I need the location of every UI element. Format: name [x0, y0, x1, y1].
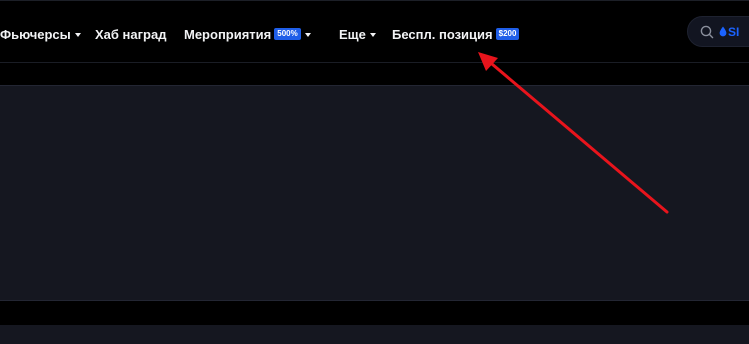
- caret-down-icon: [74, 32, 81, 37]
- nav-item-rewards-hub[interactable]: Хаб наград: [95, 26, 166, 42]
- search-token-tag: SI: [719, 25, 739, 39]
- content-panel: [0, 85, 749, 301]
- top-navigation: Фьючерсы Хаб наград Мероприятия 500% Еще…: [0, 1, 749, 62]
- nav-item-events-label: Мероприятия: [184, 26, 272, 42]
- nav-item-rewards-hub-label: Хаб наград: [95, 26, 167, 42]
- nav-item-futures-label: Фьючерсы: [0, 26, 71, 42]
- search-token-text: SI: [728, 24, 740, 39]
- free-position-badge: $200: [495, 28, 520, 40]
- nav-item-more[interactable]: Еще: [339, 26, 376, 42]
- caret-down-icon: [304, 32, 311, 37]
- screen: Фьючерсы Хаб наград Мероприятия 500% Еще…: [0, 0, 749, 344]
- search-icon: [699, 24, 715, 40]
- nav-item-more-label: Еще: [339, 26, 366, 42]
- search-box[interactable]: SI: [687, 16, 749, 47]
- events-badge: 500%: [274, 28, 301, 40]
- section-gap: [0, 301, 749, 325]
- nav-item-free-position[interactable]: Беспл. позиция $200: [392, 26, 520, 42]
- sub-header-band: [0, 63, 749, 85]
- nav-item-events[interactable]: Мероприятия 500%: [184, 26, 311, 42]
- nav-item-free-position-label: Беспл. позиция: [392, 26, 493, 42]
- drop-icon: [719, 26, 727, 37]
- bottom-panel: [0, 325, 749, 344]
- caret-down-icon: [369, 32, 376, 37]
- nav-item-futures[interactable]: Фьючерсы: [0, 26, 81, 42]
